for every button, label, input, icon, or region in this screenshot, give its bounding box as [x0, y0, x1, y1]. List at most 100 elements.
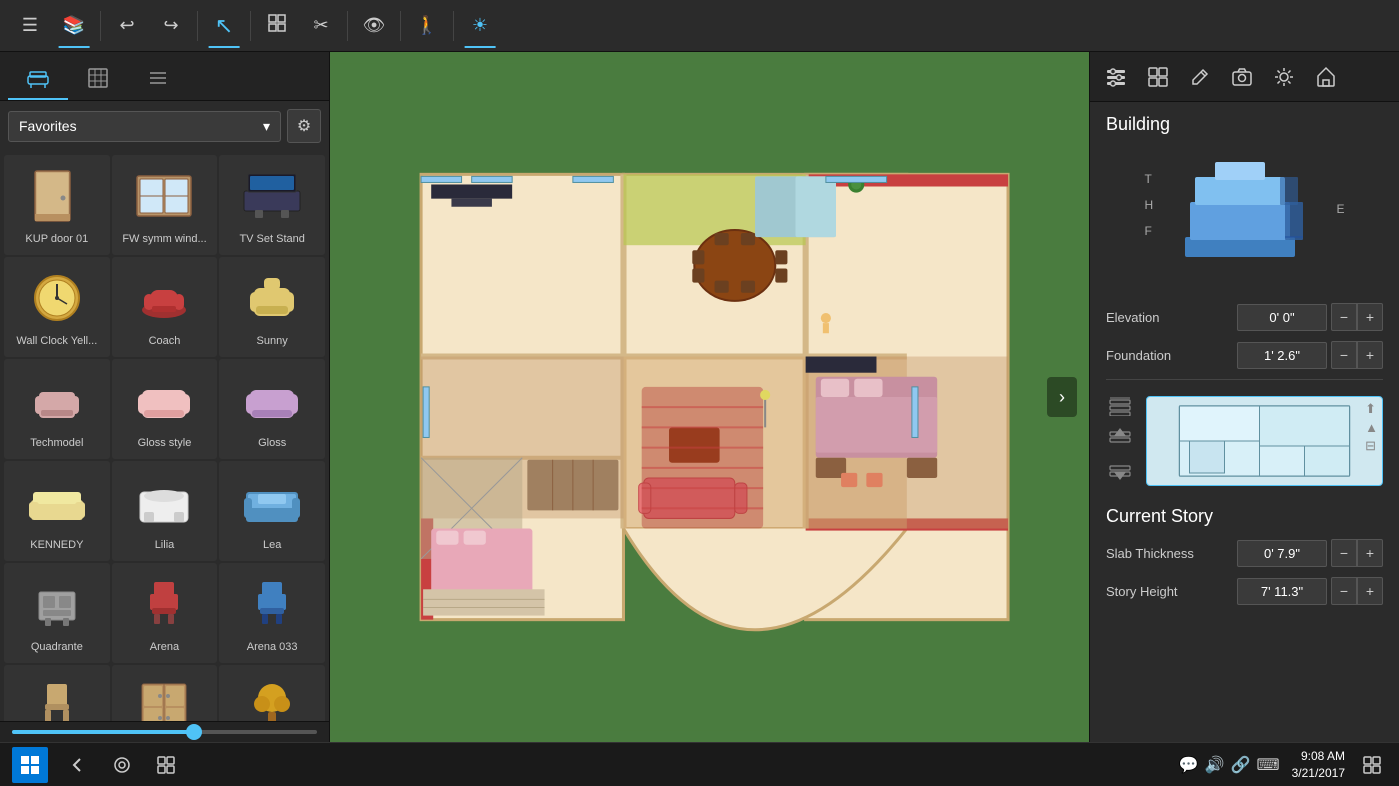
e-label: E [1336, 202, 1344, 216]
floors-icon[interactable] [1106, 392, 1134, 420]
home-nav-btn[interactable] [104, 747, 140, 783]
floor-plan-row: ⬆ ▲ ⊟ [1106, 388, 1383, 494]
library-btn[interactable]: 📚 [52, 4, 96, 48]
rp-settings-btn[interactable] [1096, 57, 1136, 97]
foundation-stepper: − + [1331, 341, 1383, 369]
scissors-btn[interactable]: ✂ [299, 4, 343, 48]
taskbar: 💬 🔊 🔗 ⌨ 9:08 AM 3/21/2017 [0, 742, 1399, 786]
select-icon: ↖ [215, 13, 233, 39]
size-slider-track[interactable] [12, 730, 317, 734]
list-item[interactable]: Techmodel [4, 359, 110, 459]
panel-settings-btn[interactable]: ⚙ [287, 109, 321, 143]
list-item[interactable]: Gloss [219, 359, 325, 459]
group-icon [267, 13, 287, 38]
redo-icon: ↪ [163, 15, 178, 36]
up-icon[interactable] [1106, 424, 1134, 452]
view3d-icon[interactable]: ▲ [1365, 420, 1378, 435]
item-gloss-style-label: Gloss style [117, 437, 212, 449]
taskbar-system-icons: 💬 🔊 🔗 ⌨ [1179, 755, 1280, 775]
list-item[interactable]: KENNEDY [4, 461, 110, 561]
action-center-btn[interactable] [1357, 750, 1387, 780]
list-item[interactable]: Lilia [112, 461, 218, 561]
rp-home-btn[interactable] [1306, 57, 1346, 97]
item-plant-img [234, 671, 310, 721]
elevation-minus-btn[interactable]: − [1331, 303, 1357, 331]
tab-list[interactable] [128, 58, 188, 100]
windows-btn[interactable] [148, 747, 184, 783]
item-gloss-img [234, 365, 310, 435]
select-btn[interactable]: ↖ [202, 4, 246, 48]
favorites-dropdown[interactable]: Favorites ▾ [8, 111, 281, 142]
menu-btn[interactable]: ☰ [8, 4, 52, 48]
sun-btn[interactable]: ☀ [458, 4, 502, 48]
right-panel-toolbar [1090, 52, 1399, 102]
slab-thickness-label: Slab Thickness [1106, 546, 1237, 561]
foundation-minus-btn[interactable]: − [1331, 341, 1357, 369]
rp-pencil-btn[interactable] [1180, 57, 1220, 97]
slider-thumb[interactable] [186, 724, 202, 740]
rp-layout-btn[interactable] [1138, 57, 1178, 97]
rp-sun-btn[interactable] [1264, 57, 1304, 97]
items-grid: KUP door 01 FW symm wind... TV Set Stand [0, 151, 329, 721]
item-quadrante-label: Quadrante [9, 641, 104, 653]
item-gloss-style-img [126, 365, 202, 435]
foundation-input[interactable] [1237, 342, 1327, 369]
list-item[interactable]: Arena 033 [219, 563, 325, 663]
group-btn[interactable] [255, 4, 299, 48]
building-visual: T H F [1106, 147, 1383, 287]
story-height-minus-btn[interactable]: − [1331, 577, 1357, 605]
elevation-plus-btn[interactable]: + [1357, 303, 1383, 331]
walk-btn[interactable]: 🚶 [405, 4, 449, 48]
undo-btn[interactable]: ↩ [105, 4, 149, 48]
volume-icon[interactable]: 🔊 [1205, 755, 1225, 775]
list-item[interactable]: Quadrante [4, 563, 110, 663]
canvas-expand-btn[interactable]: › [1047, 377, 1077, 417]
elevation-input[interactable] [1237, 304, 1327, 331]
undo-icon: ↩ [119, 15, 134, 36]
list-item[interactable]: Chair [4, 665, 110, 721]
list-item[interactable]: Gloss style [112, 359, 218, 459]
back-btn[interactable] [60, 747, 96, 783]
redo-btn[interactable]: ↪ [149, 4, 193, 48]
story-height-input[interactable] [1237, 578, 1327, 605]
item-techmodel-label: Techmodel [9, 437, 104, 449]
slab-minus-btn[interactable]: − [1331, 539, 1357, 567]
keyboard-icon[interactable]: ⌨ [1257, 755, 1280, 775]
list-item[interactable]: TV Set Stand [219, 155, 325, 255]
list-item[interactable]: Arena [112, 563, 218, 663]
tab-furniture[interactable] [8, 58, 68, 100]
item-techmodel-img [19, 365, 95, 435]
elevation-row: Elevation − + [1106, 303, 1383, 331]
item-lea-img [234, 467, 310, 537]
upload-icon[interactable]: ⬆ [1365, 401, 1378, 417]
item-cabinet-img [126, 671, 202, 721]
notification-icon[interactable]: 💬 [1179, 755, 1199, 775]
network-icon[interactable]: 🔗 [1231, 755, 1251, 775]
item-tv-stand-img [234, 161, 310, 231]
list-item[interactable]: Lea [219, 461, 325, 561]
list-item[interactable]: KUP door 01 [4, 155, 110, 255]
layers-icon[interactable]: ⊟ [1365, 438, 1378, 454]
list-item[interactable]: FW symm wind... [112, 155, 218, 255]
start-button[interactable] [12, 747, 48, 783]
slab-plus-btn[interactable]: + [1357, 539, 1383, 567]
slab-thickness-stepper: − + [1331, 539, 1383, 567]
tab-drawing[interactable] [68, 58, 128, 100]
walk-icon: 🚶 [416, 15, 438, 36]
list-item[interactable]: Sunny [219, 257, 325, 357]
story-height-plus-btn[interactable]: + [1357, 577, 1383, 605]
eye-btn[interactable]: 👁 [352, 4, 396, 48]
item-quadrante-img [19, 569, 95, 639]
list-item[interactable]: Coach [112, 257, 218, 357]
list-item[interactable]: Plant [219, 665, 325, 721]
foundation-plus-btn[interactable]: + [1357, 341, 1383, 369]
foundation-row: Foundation − + [1106, 341, 1383, 369]
floor-plan-thumbnail[interactable]: ⬆ ▲ ⊟ [1146, 396, 1383, 486]
list-item[interactable]: Cabinet [112, 665, 218, 721]
panel-slider-row [0, 721, 329, 742]
down-icon[interactable] [1106, 456, 1134, 484]
rp-camera-btn[interactable] [1222, 57, 1262, 97]
slab-thickness-input[interactable] [1237, 540, 1327, 567]
list-item[interactable]: Wall Clock Yell... [4, 257, 110, 357]
center-canvas[interactable]: › [330, 52, 1089, 742]
